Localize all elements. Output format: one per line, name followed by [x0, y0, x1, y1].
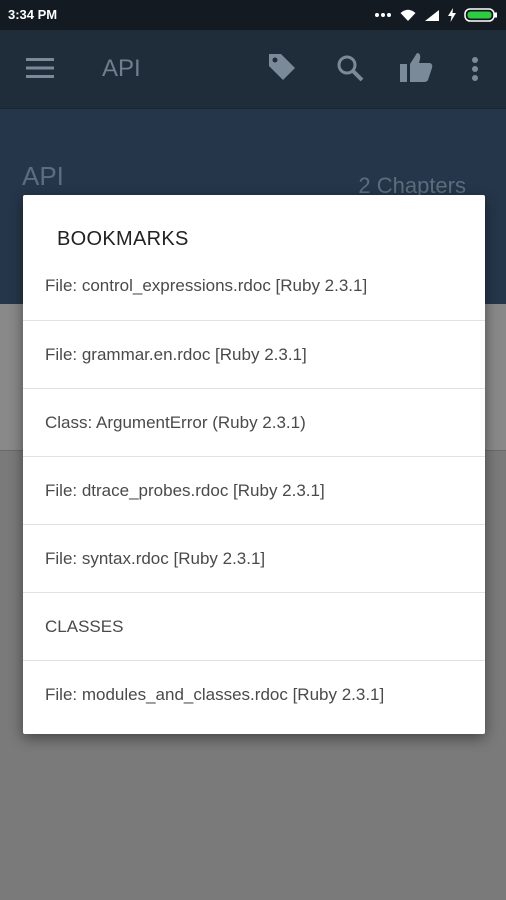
bookmark-list: File: control_expressions.rdoc [Ruby 2.3…	[23, 252, 485, 729]
bookmark-item[interactable]: File: grammar.en.rdoc [Ruby 2.3.1]	[23, 321, 485, 389]
status-bar: 3:34 PM	[0, 0, 506, 30]
bookmarks-dialog: BOOKMARKS File: control_expressions.rdoc…	[23, 195, 485, 734]
status-icons	[374, 6, 498, 24]
dialog-title: BOOKMARKS	[57, 228, 189, 250]
bookmark-item[interactable]: File: control_expressions.rdoc [Ruby 2.3…	[23, 252, 485, 321]
hero-title: API	[22, 161, 64, 191]
bookmark-item[interactable]: File: syntax.rdoc [Ruby 2.3.1]	[23, 525, 485, 593]
charging-icon	[448, 8, 456, 22]
more-vert-icon[interactable]	[471, 56, 479, 82]
dots-icon	[375, 13, 391, 17]
bookmark-item[interactable]: File: modules_and_classes.rdoc [Ruby 2.3…	[23, 661, 485, 729]
bookmark-item[interactable]: File: dtrace_probes.rdoc [Ruby 2.3.1]	[23, 457, 485, 525]
search-icon[interactable]	[336, 54, 364, 82]
thumbs-up-icon[interactable]	[399, 51, 433, 83]
signal-icon	[425, 9, 439, 21]
wifi-icon	[400, 9, 416, 21]
tag-icon[interactable]	[267, 52, 297, 82]
app-bar-title: API	[102, 55, 141, 82]
bookmark-item[interactable]: CLASSES	[23, 593, 485, 661]
menu-icon[interactable]	[26, 57, 54, 79]
bookmark-item[interactable]: Class: ArgumentError (Ruby 2.3.1)	[23, 389, 485, 457]
app-bar: API	[0, 30, 506, 108]
status-time: 3:34 PM	[8, 7, 58, 22]
battery-icon	[464, 8, 497, 22]
